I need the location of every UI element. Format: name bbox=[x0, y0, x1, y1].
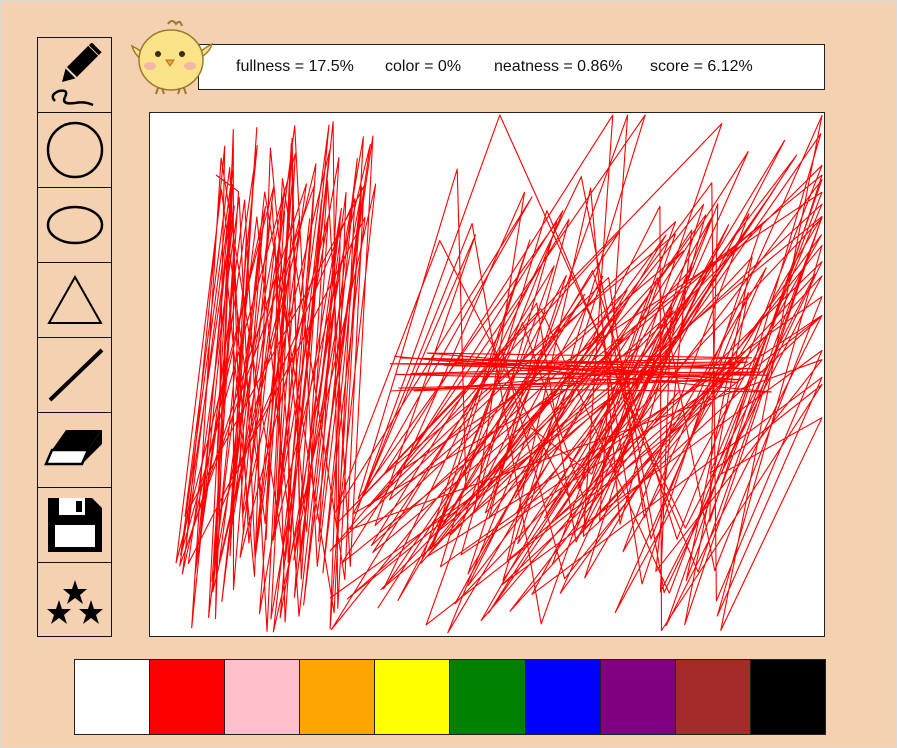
color-palette bbox=[74, 659, 826, 735]
eraser-icon bbox=[43, 430, 102, 466]
pencil-tool-button[interactable] bbox=[38, 38, 111, 113]
stars-button[interactable] bbox=[38, 563, 111, 638]
score-bar: fullness = 17.5% color = 0% neatness = 0… bbox=[198, 44, 825, 90]
triangle-icon bbox=[46, 274, 103, 324]
yellow-chick-icon bbox=[130, 20, 214, 95]
tool-palette bbox=[37, 37, 112, 637]
circle-icon bbox=[46, 121, 103, 179]
circle-tool-button[interactable] bbox=[38, 113, 111, 188]
score-stat: score = 6.12% bbox=[650, 58, 753, 75]
swatch-purple[interactable] bbox=[600, 660, 676, 734]
stars-icon bbox=[46, 579, 103, 624]
floppy-disk-icon bbox=[47, 498, 102, 552]
swatch-yellow[interactable] bbox=[375, 660, 451, 734]
color-stat: color = 0% bbox=[385, 58, 462, 75]
eraser-tool-button[interactable] bbox=[38, 413, 111, 488]
swatch-green[interactable] bbox=[450, 660, 526, 734]
swatch-red[interactable] bbox=[150, 660, 226, 734]
swatch-brown[interactable] bbox=[675, 660, 751, 734]
swatch-black[interactable] bbox=[750, 660, 825, 734]
ellipse-tool-button[interactable] bbox=[38, 188, 111, 263]
swatch-white[interactable] bbox=[75, 660, 151, 734]
line-icon bbox=[48, 348, 103, 402]
swatch-orange[interactable] bbox=[300, 660, 376, 734]
neatness-stat: neatness = 0.86% bbox=[494, 58, 623, 75]
ellipse-icon bbox=[46, 205, 103, 245]
fullness-stat: fullness = 17.5% bbox=[236, 58, 354, 75]
swatch-pink[interactable] bbox=[225, 660, 301, 734]
scribble-strokes bbox=[175, 114, 823, 634]
drawing-canvas[interactable] bbox=[149, 112, 825, 637]
swatch-blue[interactable] bbox=[525, 660, 601, 734]
save-button[interactable] bbox=[38, 488, 111, 563]
line-tool-button[interactable] bbox=[38, 338, 111, 413]
triangle-tool-button[interactable] bbox=[38, 263, 111, 338]
pencil-icon bbox=[51, 43, 102, 107]
